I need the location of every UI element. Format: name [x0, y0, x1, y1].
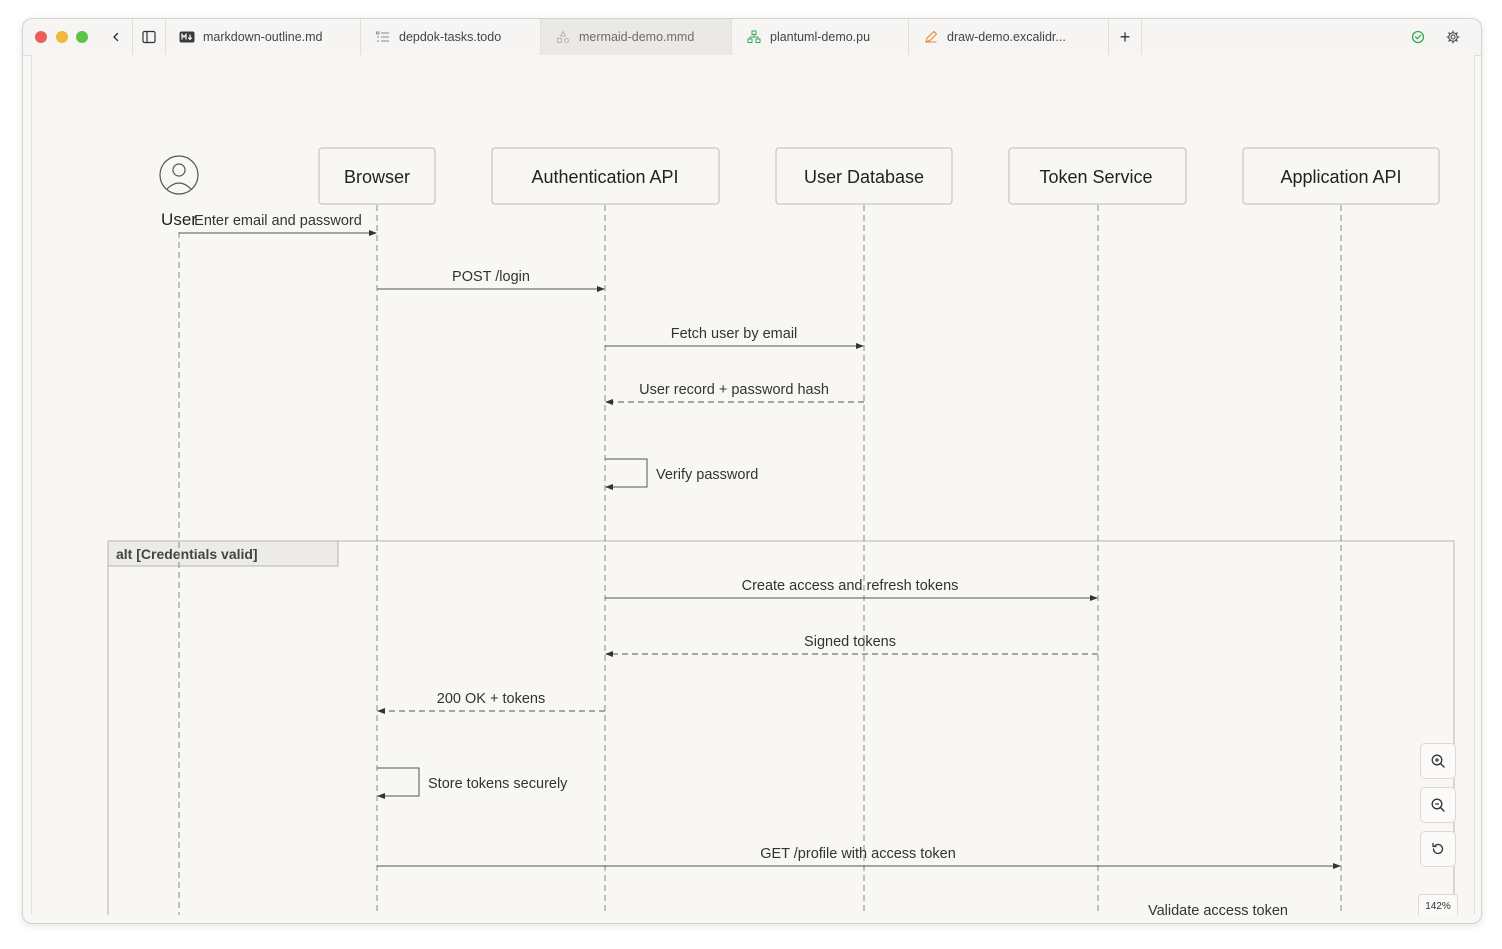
message-verify-password: Verify password	[605, 458, 758, 490]
maximize-window-button[interactable]	[76, 31, 88, 43]
participant-user-database: User Database	[775, 147, 953, 205]
participant-token-service: Token Service	[1008, 147, 1187, 205]
svg-text:User Database: User Database	[804, 167, 924, 187]
svg-text:Enter email and password: Enter email and password	[194, 213, 362, 229]
reset-icon	[1432, 842, 1444, 855]
settings-gear-icon[interactable]	[1446, 30, 1460, 44]
sidebar-toggle-button[interactable]	[133, 19, 166, 55]
svg-text:GET /profile with access token: GET /profile with access token	[760, 846, 956, 862]
new-tab-button[interactable]: +	[1109, 19, 1142, 55]
actor-user-icon	[159, 155, 199, 195]
message-post-login: POST /login	[377, 269, 605, 292]
excalidraw-icon	[923, 29, 939, 45]
message-validate-token: Validate access token	[1148, 903, 1288, 915]
zoom-in-button[interactable]	[1420, 743, 1456, 779]
svg-text:Fetch user by email: Fetch user by email	[671, 326, 798, 342]
back-button[interactable]	[100, 19, 133, 55]
tab-label: plantuml-demo.pu	[770, 30, 871, 44]
message-fetch-user: Fetch user by email	[605, 326, 864, 349]
participant-application-api: Application API	[1242, 147, 1440, 205]
tab-label: markdown-outline.md	[203, 30, 323, 44]
zoom-out-button[interactable]	[1420, 787, 1456, 823]
alt-frame-label: alt [Credentials valid]	[116, 546, 258, 562]
tab-markdown-outline[interactable]: markdown-outline.md	[165, 19, 361, 55]
svg-text:POST /login: POST /login	[452, 269, 530, 285]
svg-text:Application API: Application API	[1280, 167, 1401, 187]
message-store-tokens: Store tokens securely	[377, 767, 568, 799]
message-create-tokens: Create access and refresh tokens	[605, 578, 1098, 601]
tab-plantuml-demo[interactable]: plantuml-demo.pu	[732, 19, 909, 55]
plus-icon: +	[1119, 26, 1131, 47]
participant-authentication-api: Authentication API	[491, 147, 720, 205]
tab-bar: markdown-outline.md depdok-tasks.todo me…	[23, 19, 1481, 56]
tab-draw-demo[interactable]: draw-demo.excalidr...	[909, 19, 1109, 55]
participant-browser: Browser	[318, 147, 436, 205]
svg-text:Browser: Browser	[344, 167, 410, 187]
svg-text:Validate access token: Validate access token	[1148, 903, 1288, 915]
message-enter-email-password: Enter email and password	[179, 213, 377, 236]
plantuml-icon	[746, 29, 762, 45]
svg-text:Token Service: Token Service	[1039, 167, 1152, 187]
message-200-ok: 200 OK + tokens	[377, 691, 605, 714]
app-window: markdown-outline.md depdok-tasks.todo me…	[22, 18, 1482, 924]
markdown-icon	[179, 29, 195, 45]
svg-text:Store tokens securely: Store tokens securely	[428, 776, 568, 792]
svg-text:200 OK + tokens: 200 OK + tokens	[437, 691, 545, 707]
minimize-window-button[interactable]	[56, 31, 68, 43]
svg-text:Authentication API: Authentication API	[531, 167, 678, 187]
tab-mermaid-demo[interactable]: mermaid-demo.mmd	[541, 19, 732, 55]
svg-text:User record + password hash: User record + password hash	[639, 382, 829, 398]
actor-user-label: User	[161, 210, 197, 229]
sequence-diagram: alt [Credentials valid] User Browser Aut…	[107, 147, 1455, 915]
tab-label: depdok-tasks.todo	[399, 30, 502, 44]
svg-text:Verify password: Verify password	[656, 467, 758, 483]
status-ok-icon[interactable]	[1411, 30, 1425, 44]
chevron-left-icon	[113, 32, 119, 42]
tab-depdok-tasks[interactable]: depdok-tasks.todo	[361, 19, 541, 55]
tab-label: draw-demo.excalidr...	[947, 30, 1066, 44]
checklist-icon	[375, 29, 391, 45]
message-user-record: User record + password hash	[605, 382, 864, 405]
message-signed-tokens: Signed tokens	[605, 634, 1098, 657]
message-get-profile: GET /profile with access token	[377, 846, 1341, 869]
tab-label: mermaid-demo.mmd	[579, 30, 695, 44]
diagram-viewport[interactable]: alt [Credentials valid] User Browser Aut…	[31, 55, 1475, 915]
close-window-button[interactable]	[35, 31, 47, 43]
zoom-in-icon	[1431, 754, 1445, 768]
zoom-level-indicator: 142%	[1418, 894, 1458, 915]
zoom-out-icon	[1431, 798, 1445, 812]
svg-text:Signed tokens: Signed tokens	[804, 634, 896, 650]
reset-zoom-button[interactable]	[1420, 831, 1456, 867]
sidebar-icon	[142, 30, 156, 44]
svg-text:Create access and refresh toke: Create access and refresh tokens	[742, 578, 959, 594]
mermaid-icon	[555, 29, 571, 45]
